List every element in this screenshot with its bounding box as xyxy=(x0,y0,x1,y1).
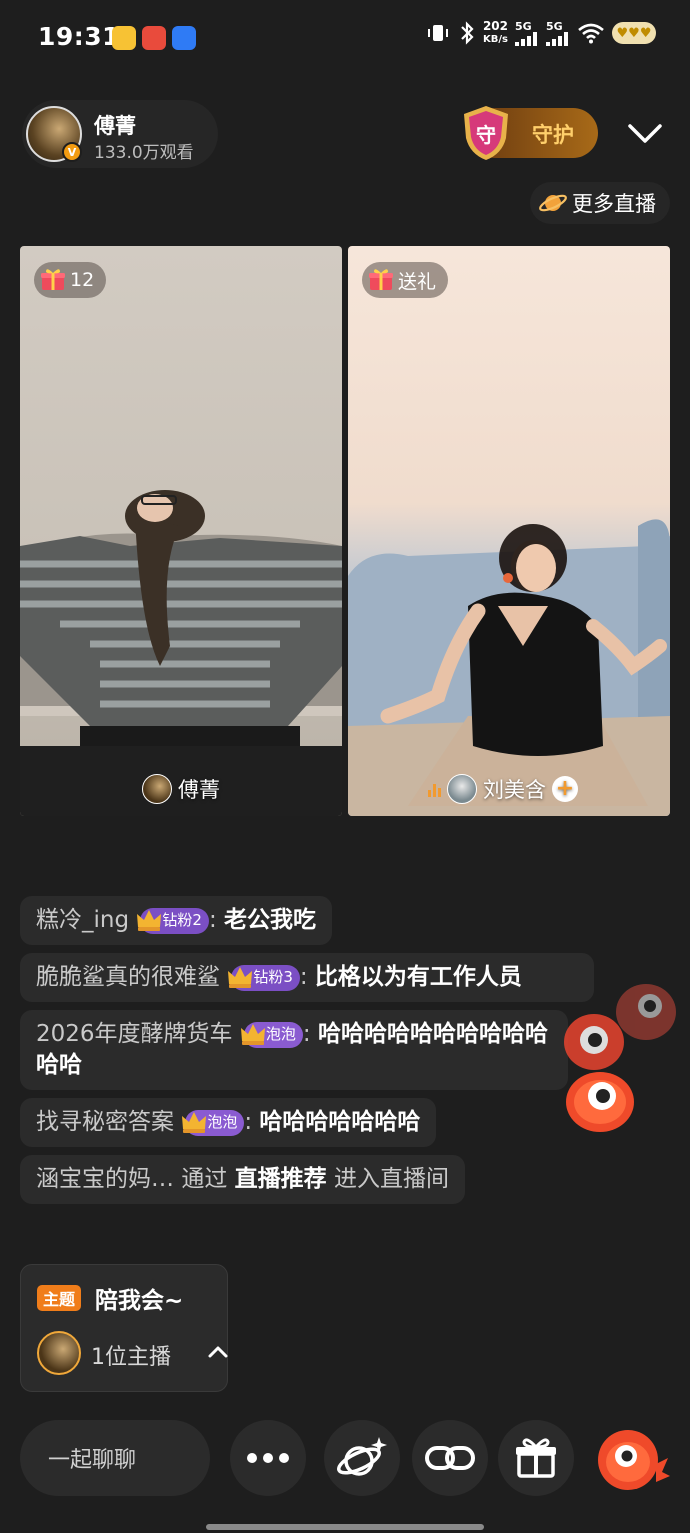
streamer-caption-right[interactable]: 刘美含 + xyxy=(428,774,578,804)
join-via: 通过 xyxy=(181,1166,228,1192)
sim2-label: 5G xyxy=(546,19,563,33)
crown-icon xyxy=(137,909,162,931)
send-gift-label: 送礼 xyxy=(398,270,437,293)
streamer-name-left: 傅菁 xyxy=(178,778,220,802)
streamer-avatar xyxy=(447,774,477,804)
more-dots-icon xyxy=(247,1453,289,1463)
weibo-mascot-icon[interactable] xyxy=(596,1424,672,1494)
chat-text: 哈哈哈哈哈哈哈 xyxy=(259,1109,421,1135)
planet-sparkle-icon xyxy=(337,1437,387,1476)
chat-message[interactable]: 脆脆鲨真的很难鲨 钻粉3 : 比格以为有工作人员 xyxy=(20,953,594,1002)
topic-host-avatar xyxy=(37,1331,81,1375)
more-options-button[interactable] xyxy=(230,1420,306,1496)
send-gift-badge[interactable]: 送礼 xyxy=(362,262,449,298)
topic-card[interactable]: 主题 陪我会~ 1位主播 xyxy=(20,1264,228,1392)
chat-input[interactable]: 一起聊聊 xyxy=(20,1420,210,1496)
status-bar: 19:31 202 KB/s 5G 5G ♥♥♥ xyxy=(0,0,690,76)
crown-icon xyxy=(182,1111,207,1133)
streamer-video-right xyxy=(348,519,670,816)
floating-mascot-icon[interactable] xyxy=(558,976,684,1136)
chat-message[interactable]: 2026年度酵牌货车 泡泡 : 哈哈哈哈哈哈哈哈哈哈哈哈 xyxy=(20,1010,568,1090)
bluetooth-icon xyxy=(461,21,474,45)
clock: 19:31 xyxy=(38,22,121,51)
chat-username[interactable]: 糕冷_ing xyxy=(36,907,129,933)
signal-icon xyxy=(546,31,568,46)
planet-icon xyxy=(539,194,567,212)
gift-count: 12 xyxy=(70,269,95,291)
fan-badge: 钻粉3 xyxy=(228,964,300,991)
join-notice[interactable]: 涵宝宝的妈… 通过 直播推荐 进入直播间 xyxy=(20,1155,465,1204)
viewer-count: 133.0万观看 xyxy=(94,143,194,163)
chevron-up-icon[interactable] xyxy=(207,1343,229,1359)
chevron-down-icon[interactable] xyxy=(624,116,666,152)
chat-text: 比格以为有工作人员 xyxy=(314,964,522,990)
vibrate-icon xyxy=(427,25,448,41)
more-live-label: 更多直播 xyxy=(572,192,656,216)
verified-badge-icon: V xyxy=(62,142,82,162)
link-icon xyxy=(425,1446,475,1470)
join-username[interactable]: 涵宝宝的妈… xyxy=(36,1166,174,1192)
bubble-badge: 泡泡 xyxy=(182,1109,245,1136)
guard-shield-char: 守 xyxy=(476,123,496,147)
app-notification-icon xyxy=(172,26,196,50)
notification-icons xyxy=(112,26,196,50)
crown-icon xyxy=(240,1023,265,1045)
gift-button[interactable] xyxy=(498,1420,574,1496)
effects-button[interactable] xyxy=(324,1420,400,1496)
crown-icon xyxy=(228,966,253,988)
sim1-label: 5G xyxy=(515,19,532,33)
gift-icon xyxy=(516,1438,556,1478)
join-source: 直播推荐 xyxy=(234,1166,327,1192)
streamer-name-right: 刘美含 xyxy=(483,778,546,802)
sim2-signal: 5G xyxy=(546,21,570,46)
chat-message[interactable]: 糕冷_ing 钻粉2 : 老公我吃 xyxy=(20,896,332,945)
system-indicators: 202 KB/s 5G 5G ♥♥♥ xyxy=(425,20,656,46)
net-speed-value: 202 xyxy=(482,19,508,33)
guard-button[interactable]: 守 守护 xyxy=(464,106,598,160)
host-name: 傅菁 xyxy=(94,114,136,138)
chat-username[interactable]: 找寻秘密答案 xyxy=(36,1109,174,1135)
bubble-badge: 泡泡 xyxy=(240,1021,303,1048)
chat-username[interactable]: 脆脆鲨真的很难鲨 xyxy=(36,964,220,990)
more-live-button[interactable]: 更多直播 xyxy=(530,182,670,224)
video-pane-right[interactable]: 送礼 刘美含 + xyxy=(348,246,670,816)
chat-username[interactable]: 2026年度酵牌货车 xyxy=(36,1021,233,1047)
shop-notification-icon xyxy=(142,26,166,50)
link-button[interactable] xyxy=(412,1420,488,1496)
fan-badge-label: 钻粉2 xyxy=(162,911,202,929)
battery-icon: ♥♥♥ xyxy=(612,22,656,44)
fan-badge-label: 钻粉3 xyxy=(253,968,293,986)
topic-title: 陪我会~ xyxy=(95,1288,184,1314)
fan-badge: 钻粉2 xyxy=(137,907,209,934)
gift-icon xyxy=(369,269,393,290)
streamer-avatar xyxy=(142,774,172,804)
streamer-video-left xyxy=(20,490,342,816)
join-action: 进入直播间 xyxy=(333,1166,449,1192)
topic-host-count: 1位主播 xyxy=(91,1345,171,1370)
sim1-signal: 5G xyxy=(515,21,539,46)
gift-badge[interactable]: 12 xyxy=(34,262,107,298)
bubble-badge-label: 泡泡 xyxy=(265,1025,296,1043)
audio-level-icon xyxy=(428,781,441,797)
guard-shield-icon: 守 xyxy=(464,106,508,160)
home-indicator[interactable] xyxy=(206,1524,484,1530)
streamer-caption-left[interactable]: 傅菁 xyxy=(142,774,220,804)
net-speed-unit: KB/s xyxy=(482,34,508,45)
network-speed: 202 KB/s xyxy=(483,20,508,46)
bubble-badge-label: 泡泡 xyxy=(207,1113,238,1131)
chat-text: 老公我吃 xyxy=(224,907,316,933)
chat-message[interactable]: 找寻秘密答案 泡泡 : 哈哈哈哈哈哈哈 xyxy=(20,1098,437,1147)
gift-icon xyxy=(41,269,65,290)
signal-icon xyxy=(515,31,537,46)
host-info[interactable]: V 傅菁 133.0万观看 xyxy=(22,100,218,168)
weibo-notification-icon xyxy=(112,26,136,50)
guard-label: 守护 xyxy=(532,123,574,147)
wifi-icon xyxy=(578,23,604,44)
video-pane-left[interactable]: 12 傅菁 xyxy=(20,246,342,816)
topic-tag: 主题 xyxy=(37,1285,82,1311)
chat-list[interactable]: 糕冷_ing 钻粉2 : 老公我吃 脆脆鲨真的很难鲨 钻粉3 : 比格以为有工作… xyxy=(20,896,600,1212)
follow-plus-icon[interactable]: + xyxy=(552,776,578,802)
